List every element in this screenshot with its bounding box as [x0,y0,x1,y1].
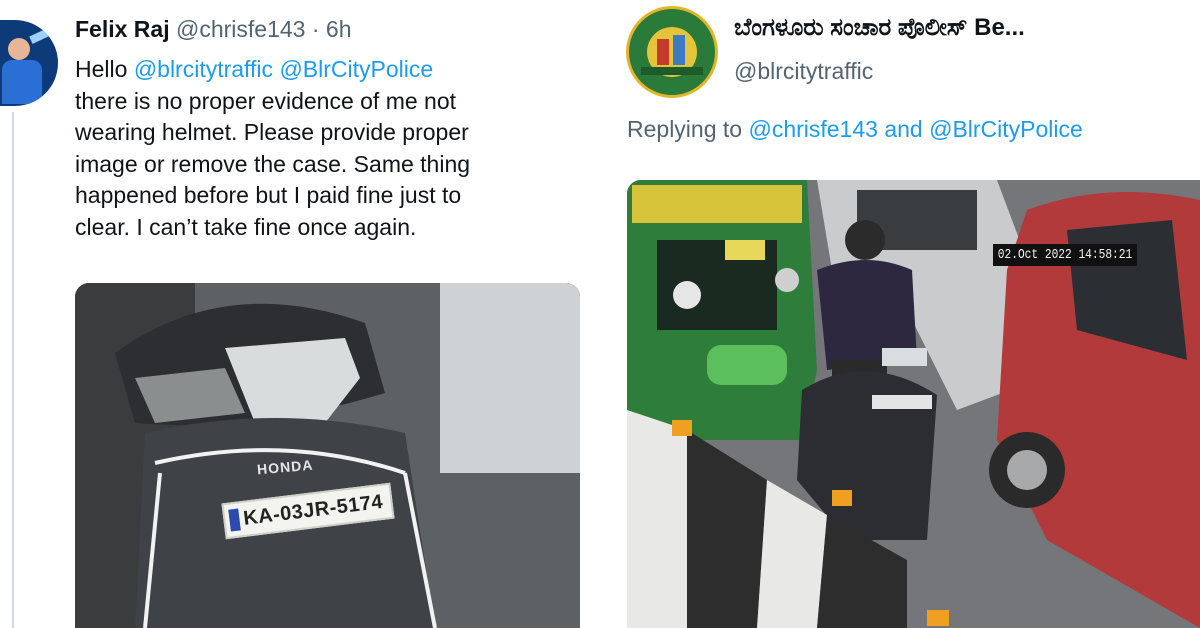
mention-link[interactable]: @chrisfe143 [748,116,877,142]
tweet-line: there is no proper evidence of me not [75,87,457,114]
reply-label: Replying to [627,116,749,142]
mention-link[interactable]: @blrcitytraffic [134,56,273,82]
thread-line [12,112,14,628]
tweet-text-segment: Hello [75,56,134,82]
tweet-time[interactable]: 6h [326,16,352,42]
mention-link[interactable]: @BlrCityPolice [929,116,1083,142]
right-tweet: ಬೆಂಗಳೂರು ಸಂಚಾರ ಪೊಲೀಸ್ Be... @blrcitytraf… [606,0,1200,628]
traffic-police-logo[interactable] [626,6,718,98]
camera-timestamp: 02.Oct 2022 14:58:21 [993,244,1138,266]
tweet-photo-traffic-camera[interactable]: 02.Oct 2022 14:58:21 [627,180,1200,628]
plate-emblem [228,508,241,532]
user-handle[interactable]: @chrisfe143 [176,16,305,42]
reply-joiner: and [877,116,930,142]
account-handle[interactable]: @blrcitytraffic [734,58,873,85]
tweet-text: Hello @blrcitytraffic @BlrCityPolice the… [75,54,580,243]
tweet-line: happened before but I paid fine just to [75,182,462,208]
replying-to: Replying to @chrisfe143 and @BlrCityPoli… [627,116,1083,143]
mention-link[interactable]: @BlrCityPolice [279,56,433,82]
user-avatar[interactable] [0,20,58,106]
tweet-photo-scooter-closeup[interactable]: HONDA KA-03JR-5174 [75,283,580,628]
tweet-line: image or remove the case. Same thing [75,150,471,177]
tweet-line: Hello @blrcitytraffic @BlrCityPolice [75,54,580,86]
tweet-header: Felix Raj @chrisfe143 · 6h [75,16,352,43]
account-display-name[interactable]: ಬೆಂಗಳೂರು ಸಂಚಾರ ಪೊಲೀಸ್ Be... [734,14,1025,42]
tweet-line: wearing helmet. Please provide proper [75,119,469,145]
tweet-line: clear. I can’t take fine once again. [75,213,417,240]
header-separator: · [311,16,320,42]
display-name[interactable]: Felix Raj [75,16,170,42]
panel-separator [590,0,606,628]
scooter-closeup-image [75,283,580,628]
left-tweet: Felix Raj @chrisfe143 · 6h Hello @blrcit… [0,0,590,628]
